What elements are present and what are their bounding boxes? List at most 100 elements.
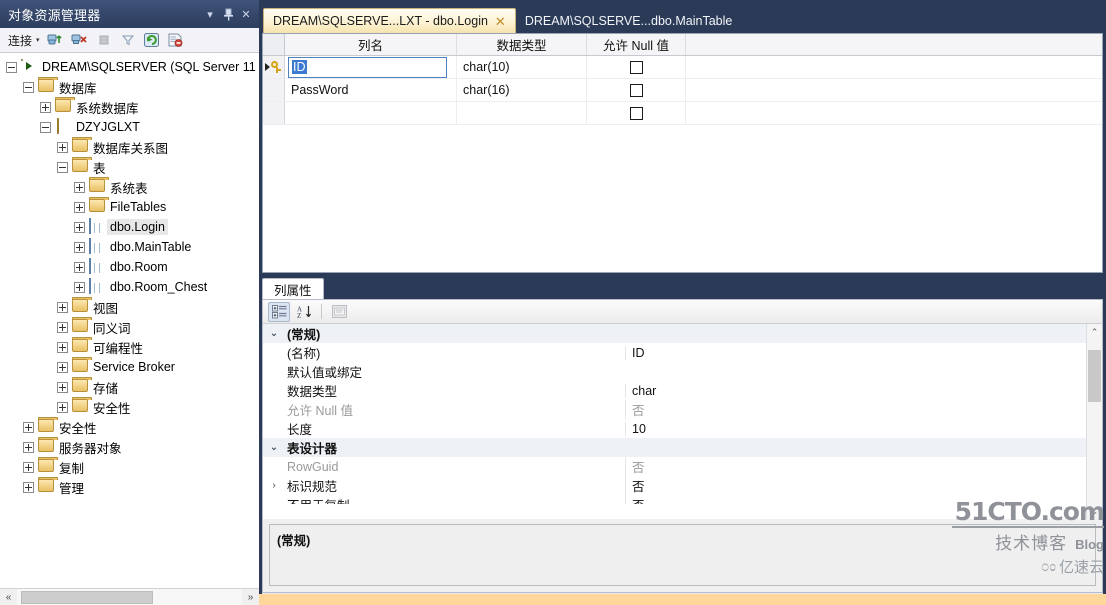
tree-node[interactable]: 系统数据库 — [0, 97, 259, 117]
row-selector-cell[interactable] — [263, 79, 285, 101]
allow-nulls-cell[interactable] — [587, 79, 686, 101]
tree-node[interactable]: dbo.Room — [0, 257, 259, 277]
tree-node[interactable]: DREAM\SQLSERVER (SQL Server 11 — [0, 57, 259, 77]
tree-expander-icon[interactable] — [57, 341, 68, 353]
connect-button[interactable]: 连接 ▾ — [3, 32, 43, 49]
tree-expander-icon[interactable] — [74, 281, 85, 293]
column-name-cell[interactable]: ID — [285, 56, 457, 78]
grid-header-column-name[interactable]: 列名 — [285, 34, 457, 55]
row-selector-cell[interactable] — [263, 56, 285, 78]
vscroll-track[interactable] — [1087, 340, 1103, 503]
property-value[interactable]: 否 — [625, 457, 1086, 476]
tree-node[interactable]: 安全性 — [0, 417, 259, 437]
tree-node[interactable]: 表 — [0, 157, 259, 177]
allow-nulls-cell[interactable] — [587, 56, 686, 78]
grid-header-data-type[interactable]: 数据类型 — [457, 34, 587, 55]
tree-expander-icon[interactable] — [23, 441, 34, 453]
property-value[interactable]: 否 — [625, 476, 1086, 495]
scroll-left-icon[interactable]: « — [0, 588, 17, 605]
allow-nulls-checkbox[interactable] — [629, 60, 643, 74]
tree-node[interactable]: dbo.Room_Chest — [0, 277, 259, 297]
tree-expander-icon[interactable] — [57, 361, 68, 373]
properties-vscrollbar[interactable]: ⌃ ⌄ — [1086, 324, 1102, 519]
tree-node[interactable]: DZYJGLXT — [0, 117, 259, 137]
hscroll-thumb[interactable] — [21, 590, 153, 604]
tree-expander-icon[interactable] — [57, 301, 68, 313]
property-value[interactable]: 否 — [625, 495, 1086, 504]
tree-node[interactable]: 服务器对象 — [0, 437, 259, 457]
tree-expander-icon[interactable] — [57, 381, 68, 393]
pin-icon[interactable] — [219, 5, 237, 23]
data-type-cell[interactable]: char(16) — [457, 79, 587, 101]
window-menu-icon[interactable]: ▾ — [201, 5, 219, 23]
tree-expander-icon[interactable] — [40, 101, 51, 113]
tree-node[interactable]: 安全性 — [0, 397, 259, 417]
allow-nulls-cell[interactable] — [587, 102, 686, 124]
alphabetical-sort-icon[interactable]: A Z — [293, 302, 315, 322]
filter-icon[interactable] — [117, 30, 139, 51]
twisty-icon[interactable]: ⌄ — [263, 442, 285, 453]
table-designer-grid[interactable]: 列名 数据类型 允许 Null 值 ID char(10) PassWord char… — [262, 33, 1103, 273]
tree-node[interactable]: 复制 — [0, 457, 259, 477]
property-row[interactable]: › 标识规范 否 — [263, 476, 1086, 495]
scroll-up-icon[interactable]: ⌃ — [1091, 324, 1099, 340]
tree-expander-icon[interactable] — [74, 221, 85, 233]
column-name-input[interactable]: ID — [288, 56, 447, 78]
tree-node[interactable]: 数据库 — [0, 77, 259, 97]
tree-node[interactable]: dbo.Login — [0, 217, 259, 237]
property-row[interactable]: 允许 Null 值 否 — [263, 400, 1086, 419]
property-row[interactable]: RowGuid 否 — [263, 457, 1086, 476]
grid-body[interactable]: ID char(10) PassWord char(16) — [263, 56, 1102, 125]
tree-expander-icon[interactable] — [40, 121, 51, 133]
property-category-row[interactable]: ⌄ 表设计器 — [263, 438, 1086, 457]
data-type-cell[interactable] — [457, 102, 587, 124]
close-tab-icon[interactable]: ✕ — [495, 15, 506, 28]
disconnect-object-explorer-icon[interactable] — [69, 30, 91, 51]
tree-node[interactable]: 数据库关系图 — [0, 137, 259, 157]
close-icon[interactable]: ✕ — [237, 5, 255, 23]
property-value[interactable]: 否 — [625, 400, 1086, 419]
tree-expander-icon[interactable] — [6, 61, 17, 73]
property-value[interactable]: char — [625, 383, 1086, 398]
tree-node[interactable]: 存储 — [0, 377, 259, 397]
properties-grid[interactable]: ⌄ (常规) (名称) ID 默认值或绑定 数据类型 char 允许 Null 值否长度 10 ⌄… — [263, 324, 1086, 519]
hscroll-track[interactable] — [17, 588, 242, 605]
tree-expander-icon[interactable] — [74, 241, 85, 253]
allow-nulls-checkbox[interactable] — [629, 106, 643, 120]
tree-expander-icon[interactable] — [74, 201, 85, 213]
tree-node[interactable]: 管理 — [0, 477, 259, 497]
script-icon[interactable] — [165, 30, 187, 51]
connect-object-explorer-icon[interactable] — [45, 30, 67, 51]
property-row[interactable]: (名称) ID — [263, 343, 1086, 362]
tree-node[interactable]: 可编程性 — [0, 337, 259, 357]
document-tab[interactable]: DREAM\SQLSERVE...LXT - dbo.Login ✕ — [263, 8, 516, 33]
tree-expander-icon[interactable] — [23, 81, 34, 93]
property-row[interactable]: 长度 10 — [263, 419, 1086, 438]
column-name-cell[interactable]: PassWord — [285, 79, 457, 101]
object-explorer-tree[interactable]: DREAM\SQLSERVER (SQL Server 11 数据库 系统数据库 DZ… — [0, 53, 259, 588]
table-row[interactable]: PassWord char(16) — [263, 79, 1102, 102]
categorized-view-icon[interactable] — [268, 301, 290, 322]
data-type-cell[interactable]: char(10) — [457, 56, 587, 78]
column-name-cell[interactable] — [285, 102, 457, 124]
tree-node[interactable]: Service Broker — [0, 357, 259, 377]
tree-node[interactable]: FileTables — [0, 197, 259, 217]
tree-expander-icon[interactable] — [57, 161, 68, 173]
tree-expander-icon[interactable] — [57, 321, 68, 333]
property-value[interactable]: ID — [625, 345, 1086, 360]
refresh-icon[interactable] — [141, 30, 163, 51]
row-selector-cell[interactable] — [263, 102, 285, 124]
tab-column-properties[interactable]: 列属性 — [262, 278, 324, 299]
allow-nulls-checkbox[interactable] — [629, 83, 643, 97]
tree-expander-icon[interactable] — [74, 181, 85, 193]
tree-node[interactable]: dbo.MainTable — [0, 237, 259, 257]
tree-node[interactable]: 同义词 — [0, 317, 259, 337]
tree-node[interactable]: 视图 — [0, 297, 259, 317]
tree-expander-icon[interactable] — [23, 421, 34, 433]
property-row[interactable]: 数据类型 char — [263, 381, 1086, 400]
tree-node[interactable]: 系统表 — [0, 177, 259, 197]
grid-header-allow-nulls[interactable]: 允许 Null 值 — [587, 34, 686, 55]
twisty-icon[interactable]: › — [263, 480, 285, 491]
tree-expander-icon[interactable] — [23, 481, 34, 493]
table-row[interactable]: ID char(10) — [263, 56, 1102, 79]
